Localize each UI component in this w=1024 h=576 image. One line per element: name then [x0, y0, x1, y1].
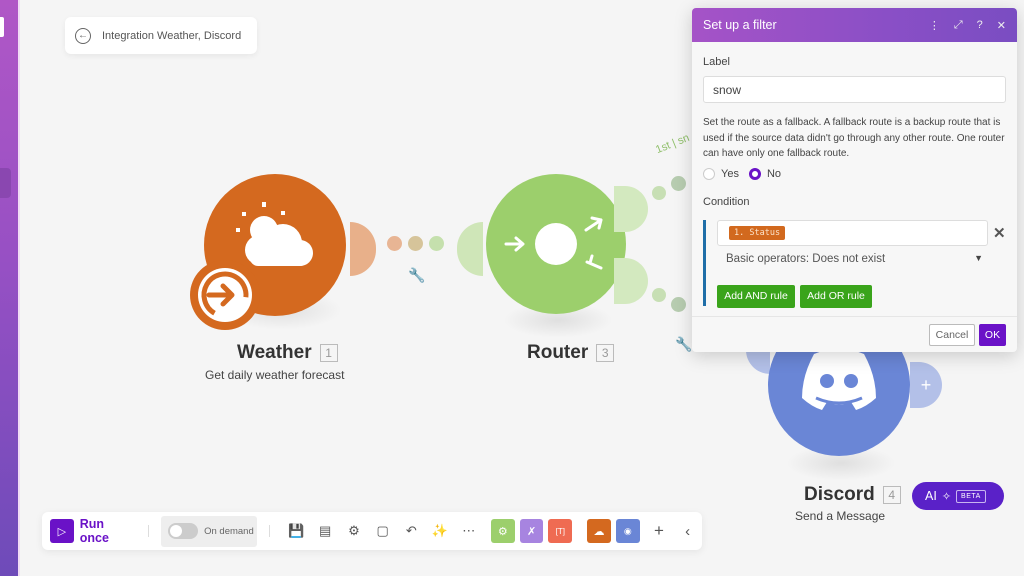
sidebar-tab[interactable]	[0, 17, 4, 37]
divider	[269, 525, 271, 537]
discord-module-name: Discord 4	[804, 484, 901, 506]
cancel-button[interactable]: Cancel	[929, 324, 975, 346]
condition-block: 1. Status ✕ Basic operators: Does not ex…	[703, 219, 1006, 310]
condition-operand-input[interactable]: 1. Status	[717, 219, 988, 246]
weather-module-subtitle: Get daily weather forecast	[205, 368, 345, 382]
operator-select[interactable]: Basic operators: Does not exist ▼	[726, 253, 983, 265]
module-title: Weather	[237, 342, 312, 363]
remove-condition-icon[interactable]: ✕	[993, 224, 1006, 242]
help-icon[interactable]: ?	[977, 19, 983, 31]
dialog-title: Set up a filter	[703, 18, 777, 32]
wrench-icon[interactable]: 🔧	[675, 336, 692, 353]
module-number: 1	[319, 344, 338, 362]
label-heading: Label	[703, 56, 730, 68]
connection-dot	[429, 236, 444, 251]
fallback-no-radio[interactable]	[748, 167, 761, 180]
operator-value: Basic operators: Does not exist	[726, 252, 886, 265]
more-icon[interactable]: ⋯	[454, 523, 483, 539]
cloud-icon: ☁	[593, 525, 605, 538]
arrow-right-circle-icon	[198, 268, 252, 322]
weather-favorite-button[interactable]: ☁	[587, 519, 611, 543]
play-icon: ▷	[57, 525, 67, 538]
weather-module[interactable]	[190, 174, 346, 330]
ok-button[interactable]: OK	[979, 324, 1006, 346]
text-parser-icon: [T]	[555, 526, 566, 536]
flow-icon: ✗	[527, 525, 537, 538]
add-favorite-icon[interactable]: +	[645, 521, 674, 541]
settings-icon[interactable]: ⚙	[340, 523, 369, 539]
dialog-footer: Cancel OK	[692, 316, 1017, 352]
router-module-name: Router 3	[527, 342, 615, 364]
label-input[interactable]: snow	[703, 76, 1006, 103]
connection-dot	[652, 288, 666, 302]
module-title: Router	[527, 342, 589, 363]
gear-icon: ⚙	[497, 525, 508, 538]
expand-icon[interactable]: ⤢	[954, 19, 963, 32]
label-value: snow	[713, 82, 742, 97]
connection-dot	[671, 297, 686, 312]
collapse-toolbar-icon[interactable]: ‹	[673, 523, 702, 540]
run-once-label[interactable]: Run once	[80, 517, 136, 545]
back-arrow-icon[interactable]: ←	[75, 27, 91, 44]
router-module[interactable]	[486, 174, 626, 314]
add-or-rule-button[interactable]: Add OR rule	[800, 284, 872, 308]
scenario-breadcrumb: ← Integration Weather, Discord	[65, 17, 257, 54]
discord-favorite-button[interactable]: ◉	[615, 519, 640, 543]
mapped-field-token[interactable]: 1. Status	[729, 225, 786, 240]
filter-dialog: Set up a filter ⋮ ⤢ ? ✕ Label snow Set t…	[692, 8, 1017, 352]
ai-label: AI	[925, 489, 937, 503]
run-once-button[interactable]: ▷	[50, 519, 74, 543]
condition-heading: Condition	[703, 195, 750, 208]
router-icon	[504, 216, 603, 270]
fallback-yes-label[interactable]: Yes	[721, 168, 739, 180]
discord-icon: ◉	[623, 525, 632, 536]
condition-group-bar	[703, 219, 706, 306]
beta-badge: BETA	[956, 489, 986, 503]
auto-align-icon[interactable]: ✨	[426, 523, 455, 539]
filter-dialog-header: Set up a filter ⋮ ⤢ ? ✕	[692, 8, 1017, 42]
discord-icon	[802, 349, 876, 410]
bottom-toolbar: ▷ Run once On demand 💾 ▤ ⚙ ▢ ↶ ✨ ⋯ ⚙ ✗ […	[42, 512, 702, 550]
text-parser-button[interactable]: [T]	[548, 519, 573, 543]
fallback-no-label[interactable]: No	[767, 168, 781, 180]
scheduling-toggle[interactable]	[168, 523, 199, 539]
notes-icon[interactable]: ▢	[368, 523, 397, 539]
close-icon[interactable]: ✕	[997, 19, 1006, 32]
caret-down-icon: ▼	[974, 252, 983, 263]
fallback-radio-group: Yes No	[703, 167, 1006, 180]
module-number: 3	[596, 344, 615, 362]
undo-icon[interactable]: ↶	[397, 523, 426, 539]
trigger-badge[interactable]	[190, 260, 260, 330]
connection-dot	[387, 236, 402, 251]
save-icon[interactable]: 💾	[282, 523, 311, 539]
flow-control-button[interactable]: ✗	[519, 519, 544, 543]
connection-dot	[652, 186, 666, 200]
scenario-io-icon[interactable]: ▤	[311, 523, 340, 539]
module-title: Discord	[804, 484, 875, 505]
wrench-icon[interactable]: 🔧	[408, 267, 425, 284]
sparkle-icon: ✧	[941, 490, 952, 503]
schedule-label[interactable]: On demand	[204, 526, 254, 537]
fallback-help-text: Set the route as a fallback. A fallback …	[703, 117, 1005, 159]
discord-module-subtitle: Send a Message	[795, 509, 886, 523]
divider	[148, 525, 150, 537]
module-number: 4	[882, 486, 901, 504]
plus-icon: +	[920, 374, 932, 395]
add-and-rule-button[interactable]: Add AND rule	[717, 284, 795, 308]
schedule-control: On demand	[161, 515, 258, 547]
connection-dot	[671, 176, 686, 191]
connection-dot	[408, 236, 423, 251]
ai-assistant-button[interactable]: AI ✧ BETA	[912, 482, 1004, 510]
more-vertical-icon[interactable]: ⋮	[929, 19, 940, 32]
sidebar-active-item[interactable]	[0, 168, 11, 198]
scenario-title: Integration Weather, Discord	[102, 29, 242, 42]
left-sidebar	[0, 0, 18, 576]
fallback-yes-radio[interactable]	[703, 167, 715, 180]
tools-button[interactable]: ⚙	[490, 519, 515, 543]
weather-module-name: Weather 1	[237, 342, 338, 364]
